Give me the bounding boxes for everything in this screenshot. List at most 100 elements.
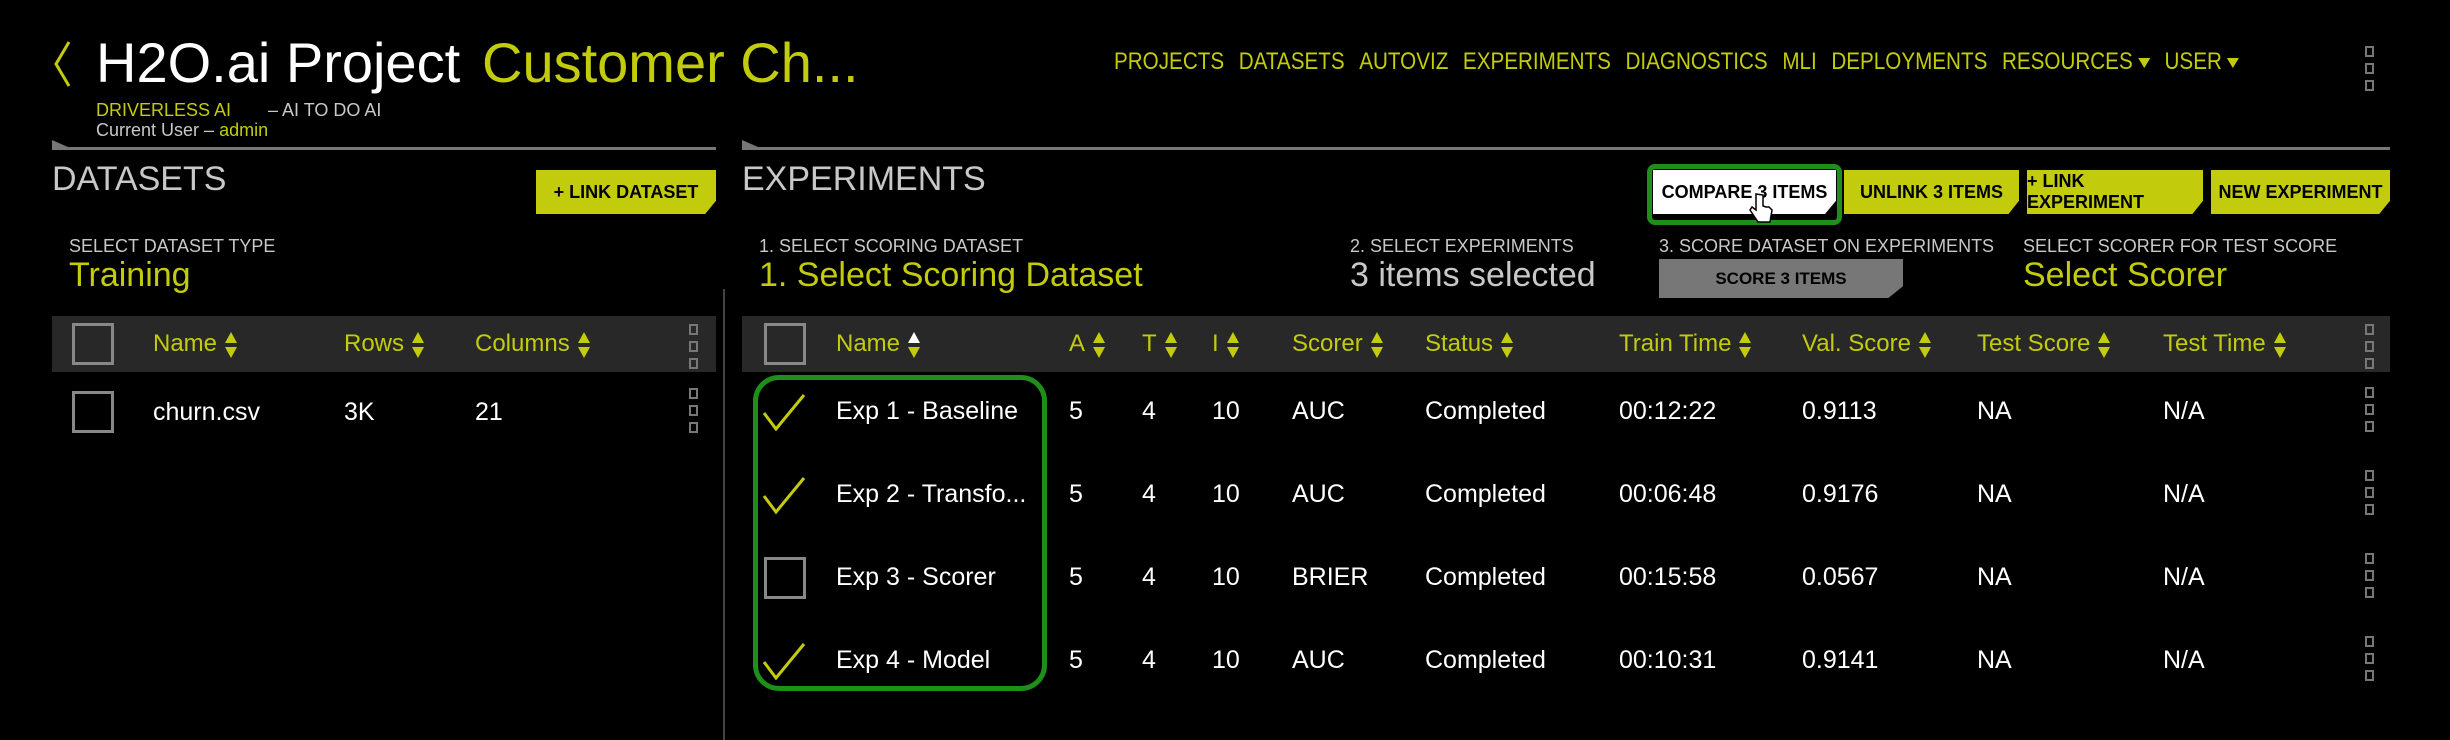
dataset-type-select[interactable]: Training (69, 256, 191, 295)
col-label: Scorer (1292, 330, 1363, 357)
exp-status: Completed (1425, 646, 1546, 674)
col-label: Test Time (2163, 330, 2266, 357)
exp-val-score: 0.9176 (1802, 480, 1879, 508)
sort-icon (1918, 331, 1931, 358)
nav-user[interactable]: USER (2165, 48, 2240, 76)
selection-highlight (753, 375, 1047, 691)
exp-test-score: NA (1977, 480, 2012, 508)
exp-test-score: NA (1977, 563, 2012, 591)
exp-t: 4 (1142, 646, 1156, 674)
col-scorer[interactable]: Scorer (1292, 330, 1383, 358)
col-name[interactable]: Name (153, 330, 238, 358)
chevron-left-icon[interactable] (52, 40, 72, 88)
exp-test-score: NA (1977, 646, 2012, 674)
row-checkbox[interactable] (72, 391, 114, 433)
col-t[interactable]: T (1142, 330, 1177, 358)
divider (52, 140, 716, 150)
dataset-columns: 21 (475, 398, 503, 426)
col-status[interactable]: Status (1425, 330, 1514, 358)
step2-label: 2. SELECT EXPERIMENTS (1350, 236, 1574, 256)
exp-a: 5 (1069, 480, 1083, 508)
nav-experiments[interactable]: EXPERIMENTS (1463, 48, 1611, 76)
column-menu-icon[interactable] (689, 324, 699, 375)
nav-projects[interactable]: PROJECTS (1114, 48, 1224, 76)
col-rows[interactable]: Rows (344, 330, 425, 358)
sort-icon (1501, 331, 1514, 358)
nav-mli[interactable]: MLI (1782, 48, 1816, 76)
col-name[interactable]: Name (836, 330, 921, 358)
exp-i: 10 (1212, 480, 1240, 508)
scoring-dataset-select[interactable]: 1. Select Scoring Dataset (759, 256, 1143, 295)
exp-test-time: N/A (2163, 480, 2205, 508)
project-title: H2O.ai Project (96, 31, 461, 94)
sort-icon (1370, 331, 1383, 358)
nav-datasets[interactable]: DATASETS (1239, 48, 1345, 76)
exp-a: 5 (1069, 397, 1083, 425)
user-name: admin (219, 120, 269, 140)
tagline: – AI TO DO AI (268, 100, 382, 120)
col-label: Status (1425, 330, 1494, 357)
sort-icon (1739, 331, 1752, 358)
datasets-title: DATASETS (52, 160, 227, 198)
nav-diagnostics[interactable]: DIAGNOSTICS (1625, 48, 1767, 76)
select-all-checkbox[interactable] (72, 323, 114, 365)
score-button[interactable]: SCORE 3 ITEMS (1659, 259, 1903, 298)
exp-a: 5 (1069, 646, 1083, 674)
exp-i: 10 (1212, 397, 1240, 425)
nav-resources[interactable]: RESOURCES (2002, 48, 2150, 76)
app-menu-icon[interactable] (2365, 46, 2375, 97)
nav-deployments[interactable]: DEPLOYMENTS (1831, 48, 1987, 76)
col-a[interactable]: A (1069, 330, 1106, 358)
exp-scorer: AUC (1292, 480, 1345, 508)
exp-test-time: N/A (2163, 563, 2205, 591)
row-menu-icon[interactable] (2365, 553, 2375, 604)
resources-label: RESOURCES (2001, 48, 2133, 75)
unlink-button[interactable]: UNLINK 3 ITEMS (1844, 170, 2019, 214)
col-i[interactable]: I (1212, 330, 1239, 358)
col-val-score[interactable]: Val. Score (1802, 330, 1931, 358)
sort-icon (2273, 331, 2286, 358)
caret-down-icon (2137, 57, 2150, 68)
top-nav: PROJECTS DATASETS AUTOVIZ EXPERIMENTS DI… (1114, 48, 2240, 76)
caret-down-icon (2227, 57, 2240, 68)
current-user-label: Current User – admin (96, 120, 268, 141)
col-label: Name (836, 330, 901, 357)
exp-val-score: 0.9113 (1802, 397, 1877, 425)
dataset-name[interactable]: churn.csv (153, 398, 260, 427)
exp-i: 10 (1212, 646, 1240, 674)
col-label: T (1142, 330, 1157, 357)
exp-t: 4 (1142, 563, 1156, 591)
exp-train-time: 00:06:48 (1619, 480, 1717, 508)
col-columns[interactable]: Columns (475, 330, 590, 358)
exp-scorer: AUC (1292, 646, 1345, 674)
link-experiment-button[interactable]: + LINK EXPERIMENT (2027, 170, 2203, 214)
nav-autoviz[interactable]: AUTOVIZ (1359, 48, 1448, 76)
project-name: Customer Ch... (482, 31, 859, 94)
col-label: A (1069, 330, 1086, 357)
new-experiment-button[interactable]: NEW EXPERIMENT (2211, 170, 2390, 214)
exp-i: 10 (1212, 563, 1240, 591)
experiments-title: EXPERIMENTS (742, 160, 986, 198)
row-menu-icon[interactable] (689, 388, 699, 439)
row-menu-icon[interactable] (2365, 387, 2375, 438)
col-train-time[interactable]: Train Time (1619, 330, 1752, 358)
sort-icon (2098, 331, 2111, 358)
col-test-time[interactable]: Test Time (2163, 330, 2286, 358)
column-menu-icon[interactable] (2365, 324, 2375, 375)
exp-t: 4 (1142, 397, 1156, 425)
brand-label: DRIVERLESS AI (96, 100, 232, 120)
sort-icon (577, 331, 590, 358)
select-all-checkbox[interactable] (764, 323, 806, 365)
sort-icon (1226, 331, 1239, 358)
exp-test-time: N/A (2163, 646, 2205, 674)
hand-cursor-icon (1749, 193, 1773, 223)
scorer-select[interactable]: Select Scorer (2023, 256, 2227, 295)
row-menu-icon[interactable] (2365, 470, 2375, 521)
row-menu-icon[interactable] (2365, 636, 2375, 687)
col-label: Rows (344, 330, 405, 357)
sort-icon (225, 331, 238, 358)
link-dataset-button[interactable]: + LINK DATASET (536, 170, 716, 214)
scorer-label: SELECT SCORER FOR TEST SCORE (2023, 236, 2338, 256)
dataset-rows: 3K (344, 398, 375, 426)
col-test-score[interactable]: Test Score (1977, 330, 2111, 358)
